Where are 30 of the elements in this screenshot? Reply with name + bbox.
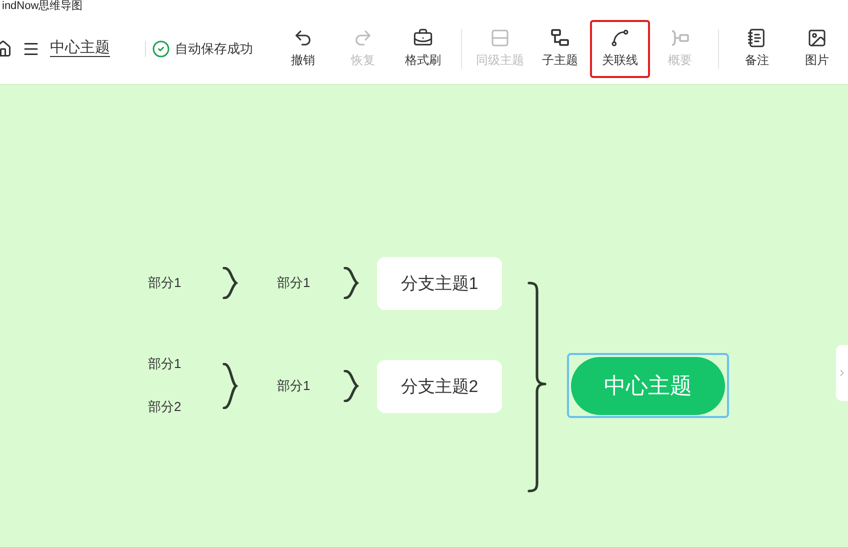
toolbar-button[interactable]: 图片 bbox=[787, 20, 847, 78]
subtopic-label[interactable]: 部分1 bbox=[277, 378, 310, 394]
brace-icon bbox=[343, 370, 359, 402]
brace-icon bbox=[222, 363, 238, 409]
check-icon bbox=[152, 40, 170, 58]
brace-icon bbox=[222, 267, 238, 299]
image-icon bbox=[807, 28, 827, 48]
curve-icon bbox=[610, 28, 630, 48]
toolbar-button[interactable]: 撤销 bbox=[273, 20, 333, 78]
brace-icon bbox=[343, 267, 359, 299]
document-title[interactable]: 中心主题 bbox=[50, 37, 110, 60]
side-panel-toggle[interactable] bbox=[836, 345, 848, 401]
note-icon bbox=[747, 28, 767, 48]
toolbar-button[interactable]: 备注 bbox=[727, 20, 787, 78]
summary-icon bbox=[670, 28, 690, 48]
toolbar-button[interactable]: 格式刷 bbox=[393, 20, 453, 78]
subtopic-label[interactable]: 部分1 bbox=[148, 275, 182, 291]
save-status: 自动保存成功 bbox=[175, 40, 253, 58]
subtopic-label[interactable]: 部分2 bbox=[148, 399, 182, 415]
branch-topic[interactable]: 分支主题2 bbox=[377, 360, 502, 413]
redo-icon bbox=[353, 28, 373, 48]
sibling-topic-icon bbox=[490, 28, 510, 48]
toolbar-button[interactable]: 子主题 bbox=[530, 20, 590, 78]
subtopic-label[interactable]: 部分1 bbox=[148, 356, 182, 372]
subtopic-label[interactable]: 部分1 bbox=[277, 275, 310, 291]
branch-topic[interactable]: 分支主题1 bbox=[377, 257, 502, 310]
undo-icon bbox=[293, 28, 313, 48]
window-title: indNow思维导图 bbox=[1, 0, 83, 13]
toolbar-button[interactable]: 关联线 bbox=[590, 20, 650, 78]
subtopic-icon bbox=[550, 28, 570, 48]
